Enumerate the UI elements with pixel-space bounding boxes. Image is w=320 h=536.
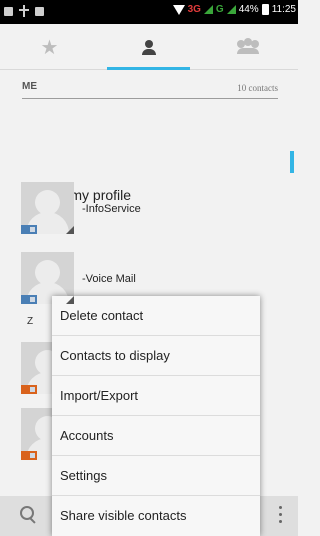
battery-icon <box>261 4 269 15</box>
system-icons: 3G G 44% 11:25 <box>172 4 296 15</box>
contact-item[interactable]: -InfoService <box>21 182 281 234</box>
sim-badge-icon <box>21 451 37 460</box>
contact-count: 10 contacts <box>237 83 278 93</box>
clock: 11:25 <box>271 4 296 15</box>
network-g-label: G <box>215 4 224 15</box>
menu-item-contacts-to-display[interactable]: Contacts to display <box>52 336 260 376</box>
contact-name: -InfoService <box>82 203 141 215</box>
signal-icon-2 <box>226 5 236 14</box>
quick-contact-corner-icon <box>66 226 74 234</box>
wifi-icon <box>172 4 185 15</box>
overflow-popup-menu: Delete contact Contacts to display Impor… <box>52 296 260 536</box>
contact-avatar[interactable] <box>21 182 74 234</box>
sim-badge-icon <box>21 295 37 304</box>
sim-badge-icon <box>21 385 37 394</box>
menu-item-share-visible-contacts[interactable]: Share visible contacts <box>52 496 260 536</box>
star-icon: ★ <box>40 36 59 59</box>
menu-item-accounts[interactable]: Accounts <box>52 416 260 456</box>
contact-name: -Voice Mail <box>82 273 136 285</box>
notification-icon <box>4 6 13 16</box>
quick-contact-corner-icon <box>66 296 74 304</box>
overflow-menu-icon[interactable] <box>279 506 283 524</box>
tab-groups[interactable] <box>198 24 298 70</box>
status-bar: 3G G 44% 11:25 <box>0 0 298 24</box>
notification-icon <box>35 6 44 16</box>
contact-avatar[interactable] <box>21 252 74 304</box>
fast-scroll-thumb[interactable] <box>290 151 294 173</box>
battery-percent: 44% <box>238 4 259 15</box>
search-icon[interactable] <box>20 506 36 522</box>
notification-icons <box>4 5 44 17</box>
tab-bar: ★ <box>0 24 298 70</box>
menu-item-settings[interactable]: Settings <box>52 456 260 496</box>
network-3g-label: 3G <box>187 4 201 15</box>
tab-contacts[interactable] <box>99 24 198 70</box>
menu-item-delete-contact[interactable]: Delete contact <box>52 296 260 336</box>
section-label: ME <box>22 81 37 92</box>
section-header-me: ME 10 contacts <box>22 81 278 99</box>
index-letter: Z <box>27 316 34 327</box>
menu-item-import-export[interactable]: Import/Export <box>52 376 260 416</box>
signal-icon <box>203 5 213 14</box>
tab-favorites[interactable]: ★ <box>0 24 99 70</box>
group-icon <box>237 38 259 54</box>
usb-icon <box>19 5 29 17</box>
person-icon <box>141 40 156 55</box>
sim-badge-icon <box>21 225 37 234</box>
